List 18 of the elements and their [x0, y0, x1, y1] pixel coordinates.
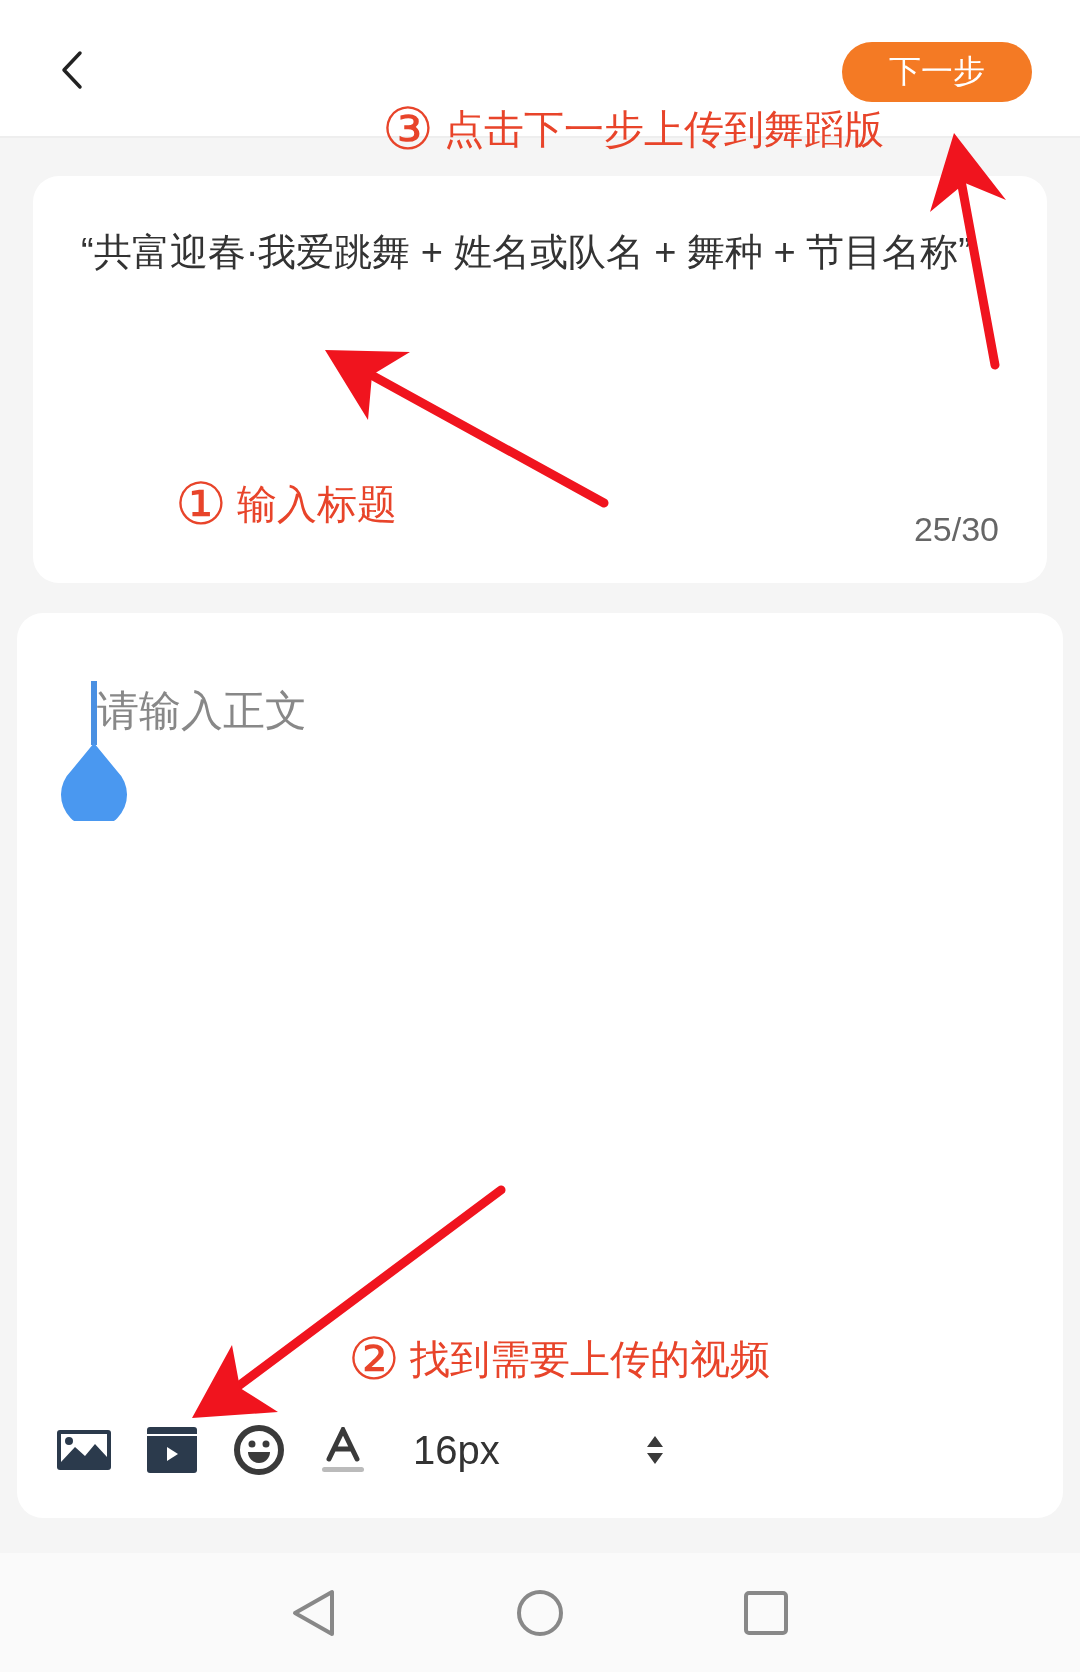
emoji-icon[interactable]	[233, 1424, 285, 1476]
character-counter: 25/30	[913, 510, 999, 549]
recent-apps-icon[interactable]	[744, 1590, 788, 1635]
step-number: ③	[382, 100, 434, 158]
text-color-icon[interactable]	[321, 1427, 365, 1473]
home-nav-icon[interactable]	[516, 1588, 564, 1637]
body-input-field[interactable]: 请输入正文	[97, 687, 307, 734]
image-icon[interactable]	[57, 1430, 111, 1470]
annotation-text: 输入标题	[237, 480, 397, 528]
back-icon[interactable]	[60, 50, 84, 90]
annotation-text: 点击下一步上传到舞蹈版	[444, 105, 884, 153]
font-size-selector[interactable]: 16px	[413, 1427, 500, 1473]
annotation-text: 找到需要上传的视频	[410, 1335, 770, 1383]
back-nav-icon[interactable]	[292, 1588, 336, 1637]
up-down-icon[interactable]	[645, 1435, 664, 1465]
video-icon[interactable]	[147, 1427, 197, 1473]
step-number: ②	[348, 1330, 400, 1388]
step-number: ①	[175, 475, 227, 533]
